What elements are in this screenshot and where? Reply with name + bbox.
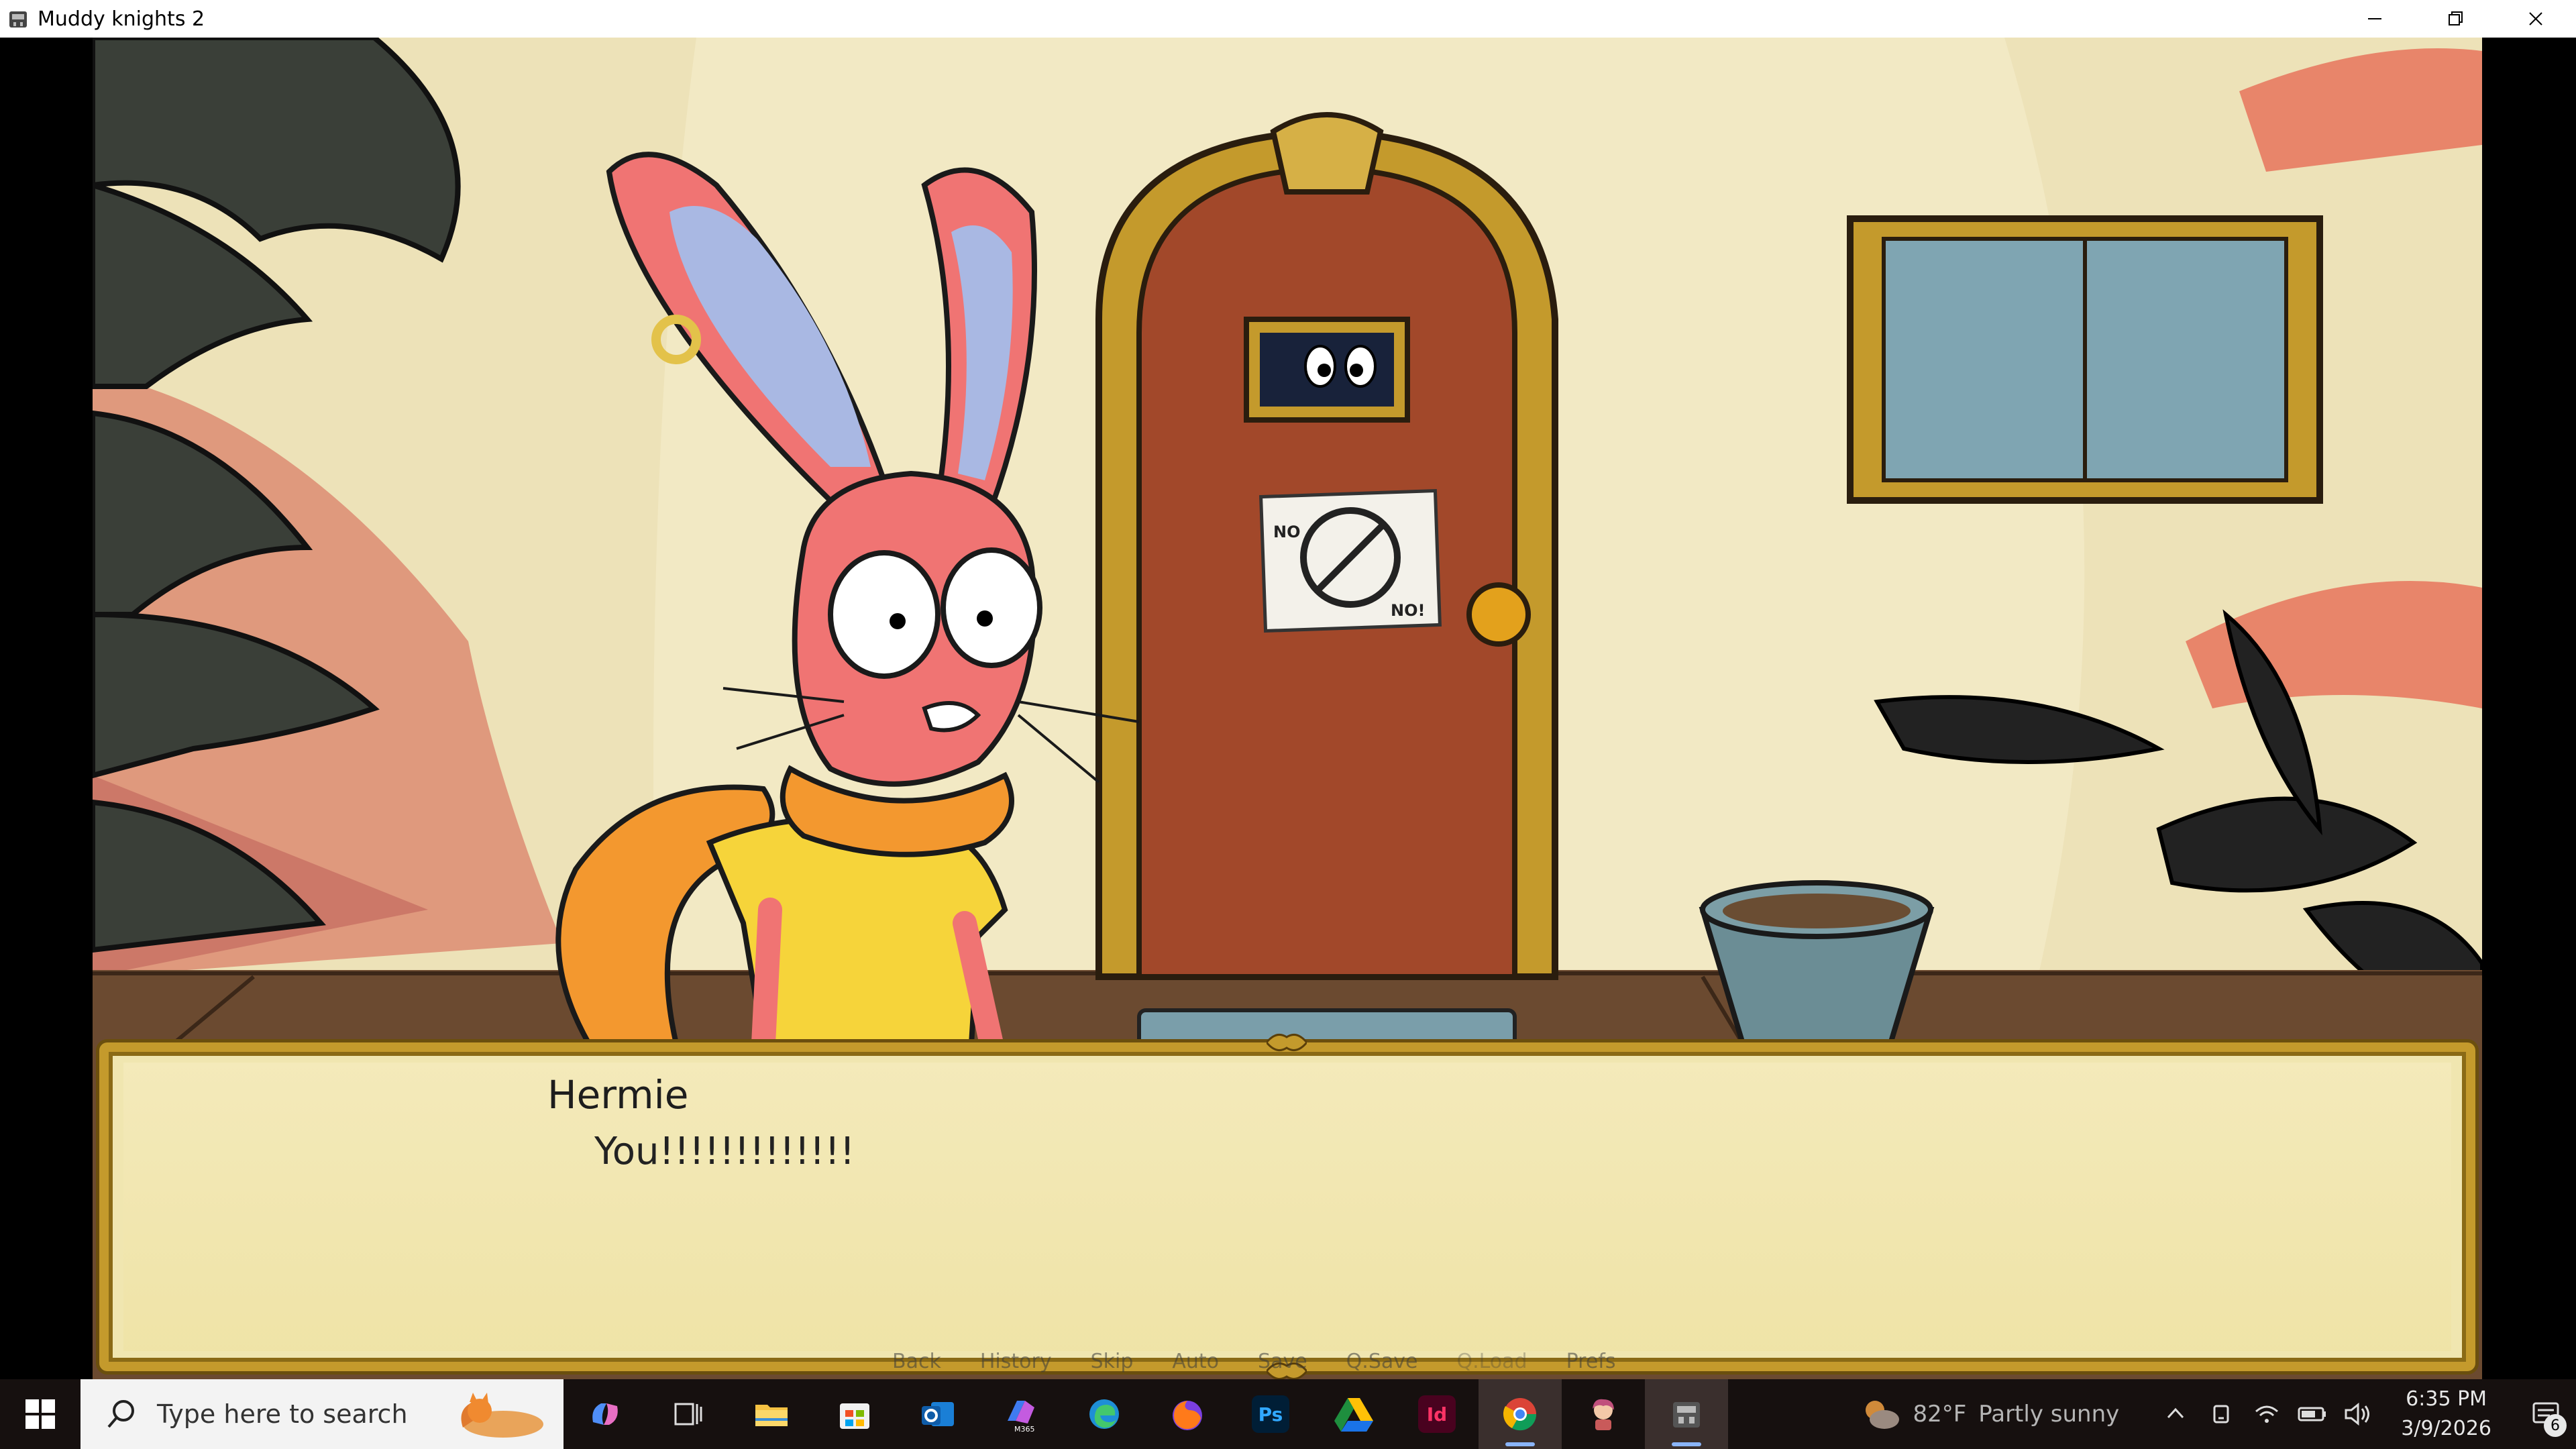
door[interactable]: NO NO! [1095,112,1558,980]
taskbar-indesign[interactable]: Id [1395,1379,1479,1449]
app-icon [9,11,27,28]
taskbar-clock[interactable]: 6:35 PM 3/9/2026 [2401,1385,2491,1444]
quick-menu-skip[interactable]: Skip [1091,1350,1134,1373]
speaker-name: Hermie [547,1072,689,1118]
notification-badge: 6 [2544,1414,2567,1437]
device-icon [2213,1405,2229,1424]
bucket [1699,880,1935,1046]
outlook-icon [922,1402,954,1426]
m365-icon: M365 [1008,1401,1035,1434]
dialogue-box[interactable]: Hermie You!!!!!!!!!!!!! [99,1033,2475,1381]
clock-date: 3/9/2026 [2401,1417,2491,1440]
close-icon [2529,12,2542,25]
taskbar: Type here to search M365 Ps Id 82°F Part… [0,1379,2576,1449]
photoshop-icon: Ps [1252,1395,1289,1433]
window-title: Muddy knights 2 [38,7,205,31]
start-button[interactable] [0,1379,80,1449]
weather-condition: Partly sunny [1978,1401,2120,1428]
game-character-icon [1593,1399,1614,1430]
search-placeholder: Type here to search [157,1399,408,1429]
indesign-icon: Id [1418,1395,1456,1433]
taskbar-chrome[interactable] [1479,1379,1562,1449]
house-window [1847,215,2323,504]
restore-icon [2449,11,2463,25]
minimize-icon [2368,18,2381,19]
taskbar-store[interactable] [813,1379,896,1449]
restore-button[interactable] [2415,0,2496,38]
task-view-icon [674,1403,702,1426]
quick-menu-back[interactable]: Back [892,1350,941,1373]
taskbar-game-character-app[interactable] [1562,1379,1645,1449]
dialogue-panel [123,1063,2451,1351]
taskbar-muddy-knights[interactable] [1645,1379,1728,1449]
taskbar-photoshop[interactable]: Ps [1229,1379,1312,1449]
dialogue-top-ornament-icon [1267,1033,1307,1052]
google-drive-icon [1334,1398,1373,1432]
wifi-icon [2255,1405,2279,1423]
tray-volume[interactable] [2339,1395,2377,1433]
tray-battery[interactable] [2294,1395,2331,1433]
chevron-up-icon [2167,1407,2184,1419]
quick-menu: Back History Skip Auto Save Q.Save Q.Loa… [892,1350,1615,1373]
search-icon [107,1400,134,1428]
quick-menu-prefs[interactable]: Prefs [1566,1350,1616,1373]
taskbar-google-drive[interactable] [1312,1379,1395,1449]
taskbar-outlook[interactable] [896,1379,979,1449]
file-explorer-icon [755,1405,788,1426]
volume-icon [2345,1402,2370,1426]
m365-label: M365 [1014,1425,1035,1434]
quick-menu-qsave[interactable]: Q.Save [1346,1350,1418,1373]
microsoft-store-icon [840,1403,869,1429]
quick-menu-save[interactable]: Save [1258,1350,1307,1373]
taskbar-search[interactable]: Type here to search [80,1379,564,1449]
sign-no-exclaim-text: NO! [1391,601,1425,620]
partly-sunny-icon [1866,1401,1900,1429]
firefox-icon [1173,1401,1202,1430]
taskbar-file-explorer[interactable] [730,1379,813,1449]
door-knob[interactable] [1466,582,1531,647]
window-title-bar: Muddy knights 2 [0,0,2576,38]
taskbar-task-view[interactable] [647,1379,730,1449]
dialogue-text: You!!!!!!!!!!!!! [594,1130,855,1173]
copilot-icon [592,1403,618,1425]
battery-icon [2298,1407,2326,1421]
muddy-knights-icon [1673,1402,1700,1428]
minimize-button[interactable] [2334,0,2415,38]
weather-widget[interactable]: 82°F Partly sunny [1859,1395,2119,1433]
system-tray: 82°F Partly sunny 6:35 PM 3/9/2026 6 [1859,1379,2576,1449]
sign-no-text: NO [1273,523,1301,541]
taskbar-edge[interactable] [1063,1379,1146,1449]
chrome-icon [1503,1398,1537,1431]
close-button[interactable] [2496,0,2576,38]
taskbar-firefox[interactable] [1146,1379,1229,1449]
weather-temp: 82°F [1913,1401,1967,1428]
clock-time: 6:35 PM [2406,1387,2487,1411]
game-viewport[interactable]: NO NO! Hermie You!!!!!!!!!!!!! [0,38,2576,1381]
taskbar-m365[interactable]: M365 [979,1379,1063,1449]
quick-menu-qload[interactable]: Q.Load [1456,1350,1527,1373]
tray-wifi[interactable] [2248,1395,2286,1433]
fox-search-highlight-icon [461,1393,543,1438]
quick-menu-history[interactable]: History [980,1350,1052,1373]
quick-menu-auto[interactable]: Auto [1172,1350,1219,1373]
taskbar-copilot[interactable] [564,1379,647,1449]
show-hidden-icons-button[interactable] [2157,1395,2194,1433]
windows-icon [25,1399,55,1429]
edge-icon [1089,1399,1119,1429]
tray-device[interactable] [2202,1395,2240,1433]
notification-center-button[interactable]: 6 [2516,1379,2576,1449]
